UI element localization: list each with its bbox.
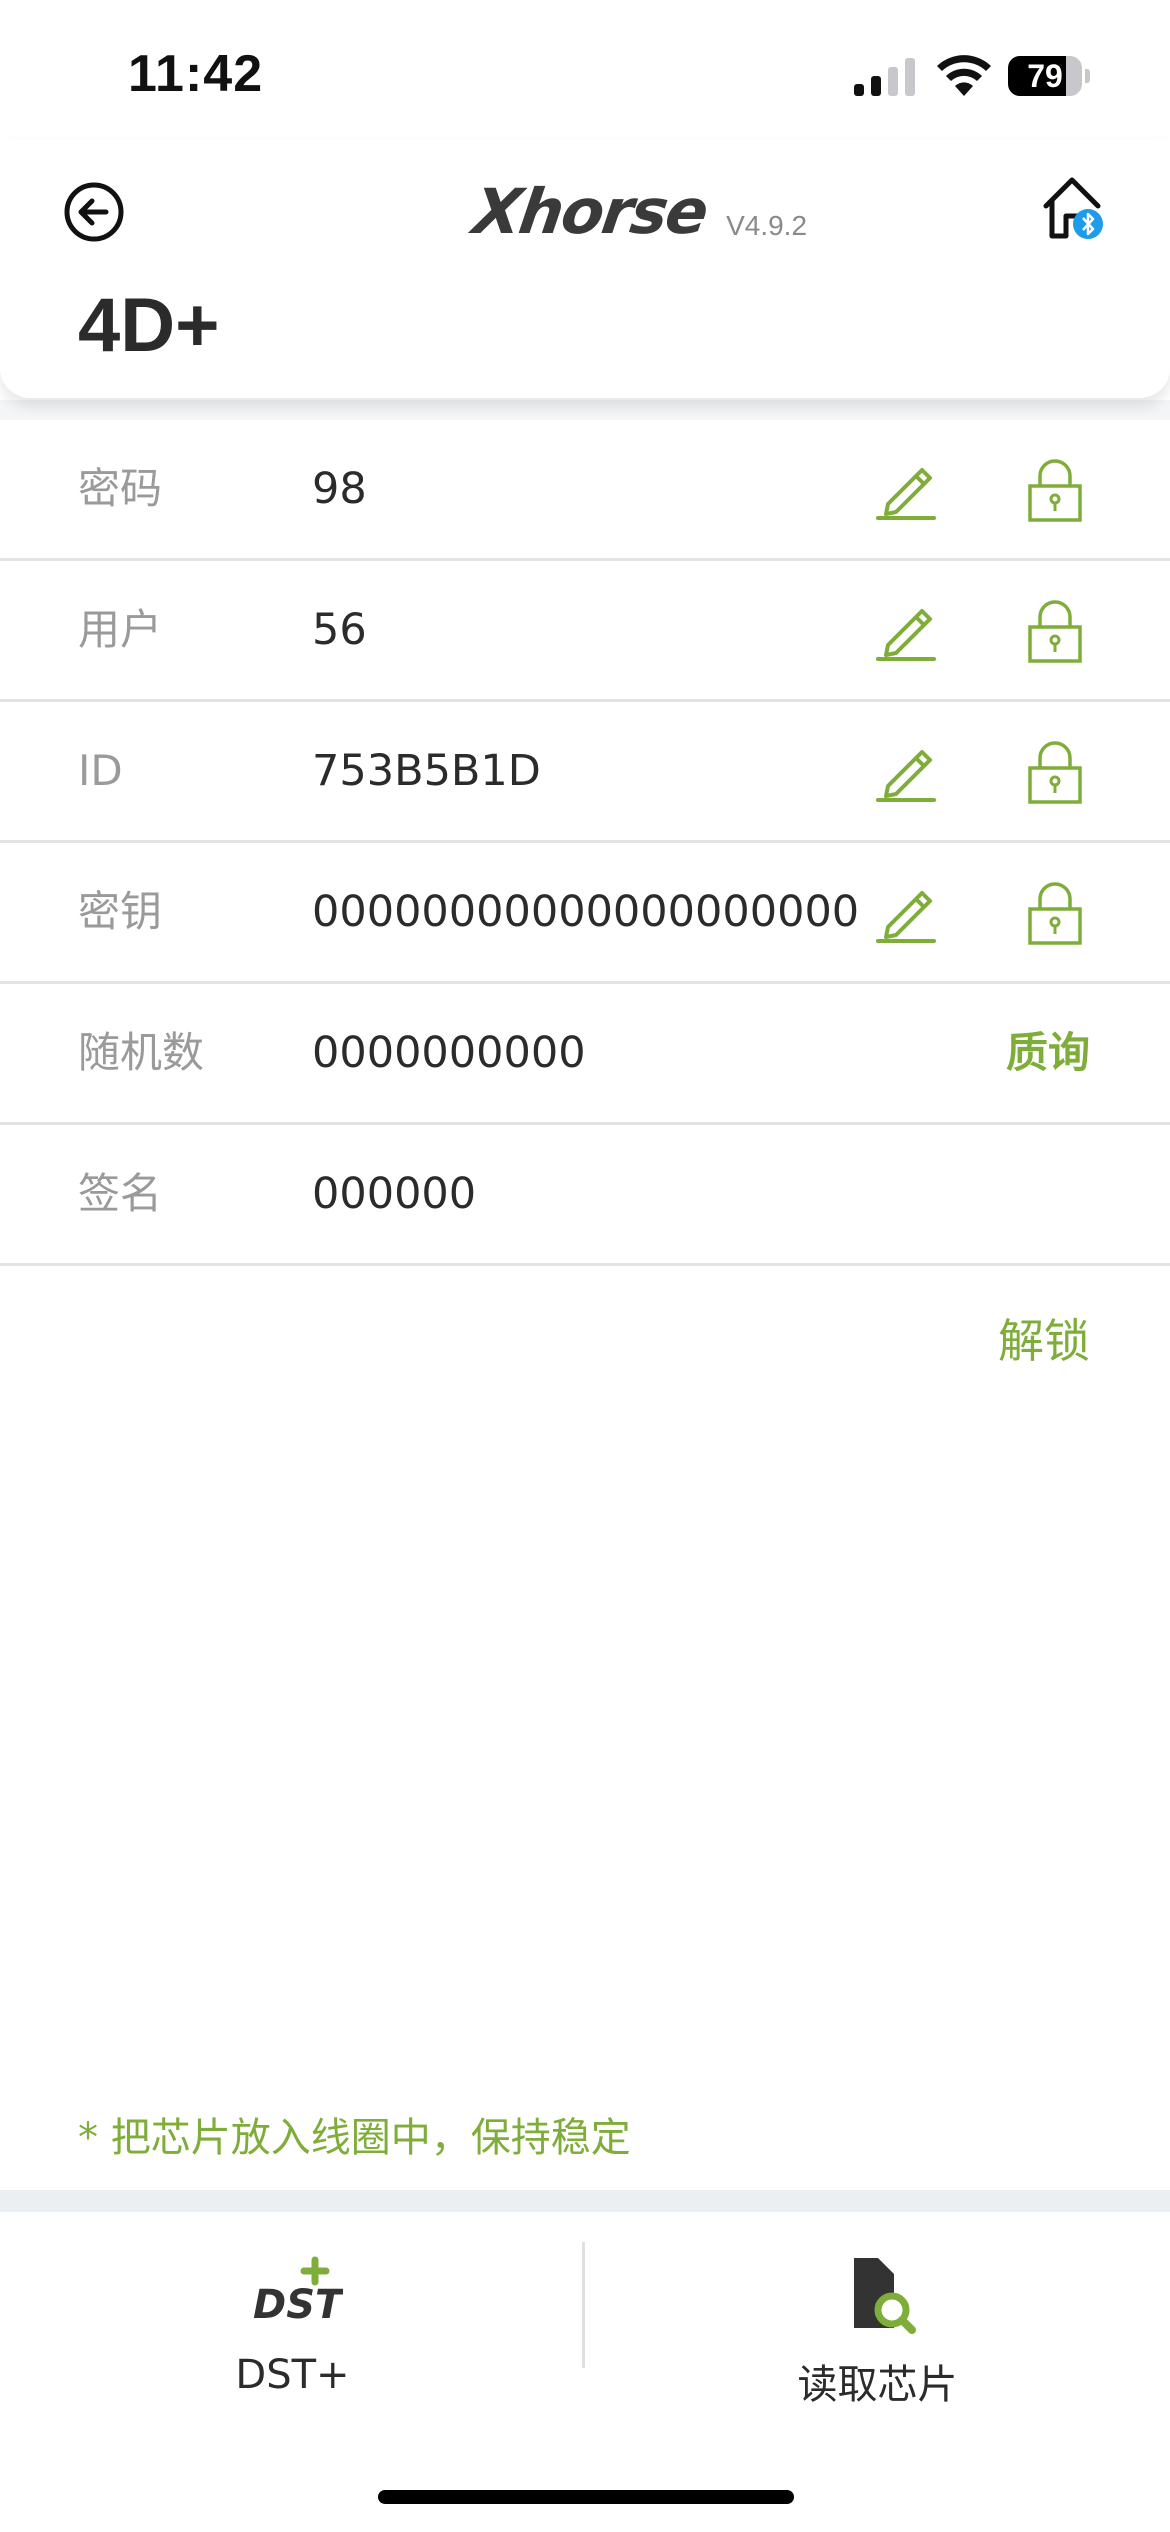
- field-value: 0000000000: [312, 1028, 586, 1078]
- header-card: Xhorse V4.9.2 4D+: [0, 140, 1170, 398]
- toolbar-separator: [0, 2190, 1170, 2212]
- cellular-signal-icon: [854, 58, 915, 96]
- wifi-icon: [937, 55, 991, 96]
- home-indicator: [378, 2490, 794, 2504]
- field-row-password: 密码 98: [0, 420, 1170, 561]
- read-chip-label: 读取芯片: [797, 2362, 958, 2408]
- field-row-signature: 签名 000000: [0, 1125, 1170, 1266]
- field-value: 56: [312, 605, 367, 655]
- edit-pencil-icon[interactable]: [872, 597, 938, 663]
- brand: Xhorse V4.9.2: [469, 175, 808, 248]
- field-value: 98: [312, 464, 367, 514]
- field-label: 用户: [78, 605, 163, 654]
- field-label: 签名: [78, 1169, 163, 1218]
- dst-plus-label: DST+: [235, 2352, 350, 2398]
- bottom-toolbar: DST DST+ 读取芯片: [0, 2212, 1170, 2532]
- dst-plus-button[interactable]: DST DST+: [0, 2212, 585, 2412]
- challenge-button[interactable]: 质询: [1006, 984, 1090, 1122]
- edit-pencil-icon[interactable]: [872, 879, 938, 945]
- content-area: 密码 98 用户 56 ID 753B5B1D 密钥 0000000000000…: [0, 400, 1170, 2190]
- field-list: 密码 98 用户 56 ID 753B5B1D 密钥 0000000000000…: [0, 420, 1170, 1266]
- battery-body: 79: [1008, 56, 1082, 96]
- field-label: 密码: [78, 464, 163, 513]
- field-row-id: ID 753B5B1D: [0, 702, 1170, 843]
- field-value: 753B5B1D: [312, 746, 541, 796]
- unlock-button[interactable]: 解锁: [998, 1305, 1090, 1371]
- brand-logo: Xhorse: [468, 175, 712, 248]
- field-row-random: 随机数 0000000000 质询: [0, 984, 1170, 1125]
- lock-icon[interactable]: [1026, 458, 1084, 524]
- field-label: 密钥: [78, 887, 163, 936]
- hint-text: * 把芯片放入线圈中，保持稳定: [78, 2115, 631, 2161]
- lock-icon[interactable]: [1026, 881, 1084, 947]
- field-row-user: 用户 56: [0, 561, 1170, 702]
- field-row-key: 密钥 00000000000000000000: [0, 843, 1170, 984]
- field-label: 随机数: [78, 1028, 205, 1077]
- home-bluetooth-icon[interactable]: [1040, 172, 1106, 244]
- status-bar: 11:42 79: [0, 0, 1170, 140]
- content-top-band: [0, 400, 1170, 420]
- page-title: 4D+: [78, 283, 220, 368]
- lock-icon[interactable]: [1026, 599, 1084, 665]
- read-chip-button[interactable]: 读取芯片: [585, 2212, 1170, 2412]
- battery-level: 79: [1027, 58, 1063, 94]
- field-value: 000000: [312, 1169, 477, 1219]
- battery-cap: [1085, 69, 1090, 83]
- read-chip-icon: [853, 2258, 916, 2334]
- back-arrow-circle-icon[interactable]: [62, 180, 126, 244]
- dst-plus-icon: DST: [253, 2256, 343, 2328]
- app-version: V4.9.2: [726, 210, 808, 241]
- lock-icon[interactable]: [1026, 740, 1084, 806]
- svg-text:DST: DST: [253, 2282, 343, 2328]
- field-value: 00000000000000000000: [312, 887, 860, 937]
- status-time: 11:42: [128, 45, 264, 103]
- field-label: ID: [78, 746, 123, 795]
- edit-pencil-icon[interactable]: [872, 456, 938, 522]
- battery-icon: 79: [1008, 56, 1090, 96]
- edit-pencil-icon[interactable]: [872, 738, 938, 804]
